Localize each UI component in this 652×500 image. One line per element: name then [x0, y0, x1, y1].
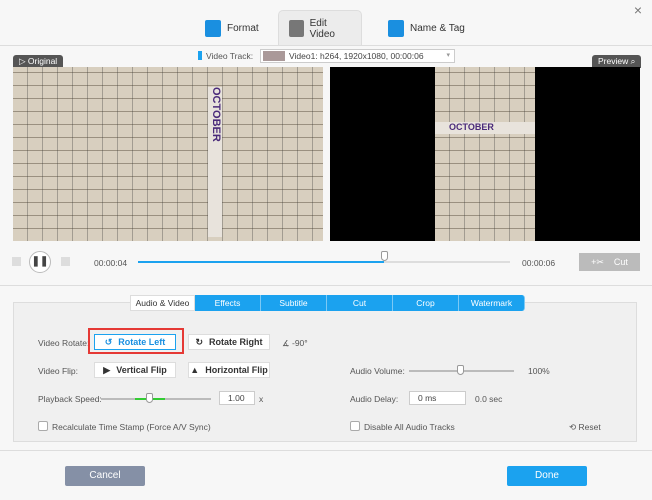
rotate-left-icon: ↺ [104, 336, 113, 347]
speed-slider[interactable] [101, 398, 211, 400]
rotate-label: Video Rotate: [38, 338, 90, 348]
name-tag-icon [388, 19, 404, 37]
speed-input[interactable]: 1.00 [219, 391, 255, 405]
divider [0, 45, 652, 46]
video-track-label: Video Track: [206, 51, 254, 61]
speed-unit: x [259, 394, 264, 404]
volume-value: 100% [528, 366, 550, 376]
pause-button[interactable]: ❚❚ [29, 251, 51, 273]
rotate-left-button[interactable]: ↺ Rotate Left [94, 334, 176, 350]
vertical-flip-button[interactable]: ▶ Vertical Flip [94, 362, 176, 378]
recalc-checkbox[interactable] [38, 421, 48, 431]
reset-button[interactable]: ⟲ Reset [569, 422, 601, 433]
disable-audio-checkbox[interactable] [350, 421, 360, 431]
tab-name-tag[interactable]: Name & Tag [378, 10, 475, 46]
recalc-label: Recalculate Time Stamp (Force A/V Sync) [52, 422, 211, 432]
divider [0, 285, 652, 286]
current-time: 00:00:04 [94, 258, 128, 268]
edit-video-icon [289, 20, 304, 37]
subtab-effects[interactable]: Effects [195, 295, 261, 311]
prev-frame-icon[interactable] [12, 257, 21, 266]
volume-handle[interactable] [457, 365, 464, 375]
original-video: OCTOBER [13, 67, 323, 241]
format-icon [205, 19, 221, 37]
total-time: 00:00:06 [522, 258, 556, 268]
volume-label: Audio Volume: [350, 366, 405, 376]
cut-button[interactable]: +✂ Cut [579, 253, 640, 271]
video-track-icon [198, 51, 202, 60]
subtab-audio-video[interactable]: Audio & Video [130, 295, 195, 311]
progress-track[interactable] [138, 261, 510, 263]
tab-format[interactable]: Format [195, 10, 269, 46]
rotate-right-icon: ↻ [195, 336, 204, 347]
flip-label: Video Flip: [38, 366, 79, 376]
speed-handle[interactable] [146, 393, 153, 403]
video-track-select[interactable]: Video1: h264, 1920x1080, 00:00:06 ▾ [260, 49, 455, 63]
delay-label: Audio Delay: [350, 394, 399, 404]
tab-edit-video[interactable]: Edit Video [278, 10, 362, 46]
track-thumbnail [263, 51, 285, 61]
video-track-value: Video1: h264, 1920x1080, 00:00:06 [289, 51, 424, 61]
delay-input[interactable]: 0 ms [409, 391, 466, 405]
subtab-crop[interactable]: Crop [393, 295, 459, 311]
horizontal-flip-button[interactable]: ▲ Horizontal Flip [188, 362, 270, 378]
scissors-icon: +✂ [591, 256, 604, 267]
preview-video: OCTOBER [330, 67, 640, 241]
subtab-cut[interactable]: Cut [327, 295, 393, 311]
cancel-button[interactable]: Cancel [65, 466, 145, 486]
next-frame-icon[interactable] [61, 257, 70, 266]
subtab-watermark[interactable]: Watermark [459, 295, 525, 311]
rotate-right-button[interactable]: ↻ Rotate Right [188, 334, 270, 350]
subtab-subtitle[interactable]: Subtitle [261, 295, 327, 311]
delay-seconds: 0.0 sec [475, 394, 503, 404]
divider [0, 450, 652, 451]
close-button[interactable]: × [634, 2, 642, 18]
subtab-bar: Audio & Video Effects Subtitle Cut Crop … [130, 295, 525, 311]
disable-audio-label: Disable All Audio Tracks [364, 422, 455, 432]
speed-label: Playback Speed: [38, 394, 102, 404]
progress-handle[interactable] [380, 251, 388, 261]
done-button[interactable]: Done [507, 466, 587, 486]
vertical-flip-icon: ▶ [103, 364, 111, 375]
rotate-value: ∡ -90° [282, 338, 308, 348]
horizontal-flip-icon: ▲ [190, 365, 200, 375]
